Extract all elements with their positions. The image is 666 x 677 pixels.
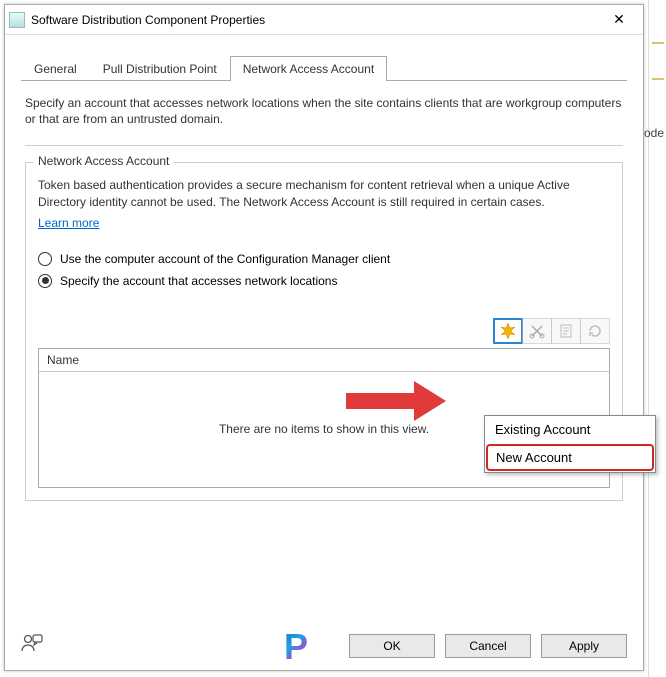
group-description: Token based authentication provides a se… xyxy=(38,177,610,209)
cancel-button[interactable]: Cancel xyxy=(445,634,531,658)
radio-label: Use the computer account of the Configur… xyxy=(60,252,390,266)
new-starburst-icon xyxy=(500,323,516,339)
close-button[interactable]: ✕ xyxy=(599,6,639,34)
refresh-icon xyxy=(587,323,603,339)
tab-strip: General Pull Distribution Point Network … xyxy=(21,55,627,81)
scissors-icon xyxy=(529,323,545,339)
delete-account-button[interactable] xyxy=(522,318,552,344)
dialog-buttons: OK Cancel Apply xyxy=(349,634,627,658)
tab-general[interactable]: General xyxy=(21,56,90,81)
radio-icon xyxy=(38,274,52,288)
learn-more-link[interactable]: Learn more xyxy=(38,216,99,230)
refresh-button[interactable] xyxy=(580,318,610,344)
properties-icon xyxy=(558,323,574,339)
apply-button[interactable]: Apply xyxy=(541,634,627,658)
properties-button[interactable] xyxy=(551,318,581,344)
client-area: General Pull Distribution Point Network … xyxy=(5,35,643,565)
bg-tab-sliver xyxy=(652,42,664,44)
dialog-window: Software Distribution Component Properti… xyxy=(4,4,644,671)
account-toolbar xyxy=(38,318,610,344)
ok-button[interactable]: OK xyxy=(349,634,435,658)
radio-use-computer-account[interactable]: Use the computer account of the Configur… xyxy=(38,252,610,266)
app-icon xyxy=(9,12,25,28)
new-account-dropdown: Existing Account New Account xyxy=(484,415,656,473)
new-account-button[interactable] xyxy=(493,318,523,344)
window-title: Software Distribution Component Properti… xyxy=(31,13,599,27)
group-legend: Network Access Account xyxy=(34,154,173,168)
bg-partial-text: ode xyxy=(642,124,666,142)
tab-pull-distribution-point[interactable]: Pull Distribution Point xyxy=(90,56,230,81)
menu-item-existing-account[interactable]: Existing Account xyxy=(485,416,655,443)
bg-tab-sliver xyxy=(652,78,664,80)
titlebar[interactable]: Software Distribution Component Properti… xyxy=(5,5,643,35)
tab-network-access-account[interactable]: Network Access Account xyxy=(230,56,387,81)
menu-item-new-account[interactable]: New Account xyxy=(486,444,654,471)
column-header-name[interactable]: Name xyxy=(39,349,609,372)
intro-text: Specify an account that accesses network… xyxy=(25,95,623,127)
radio-label: Specify the account that accesses networ… xyxy=(60,274,337,288)
background-window-strip: ode xyxy=(648,0,666,677)
radio-specify-account[interactable]: Specify the account that accesses networ… xyxy=(38,274,610,288)
separator xyxy=(25,145,623,146)
user-comment-icon[interactable] xyxy=(21,633,43,656)
radio-icon xyxy=(38,252,52,266)
